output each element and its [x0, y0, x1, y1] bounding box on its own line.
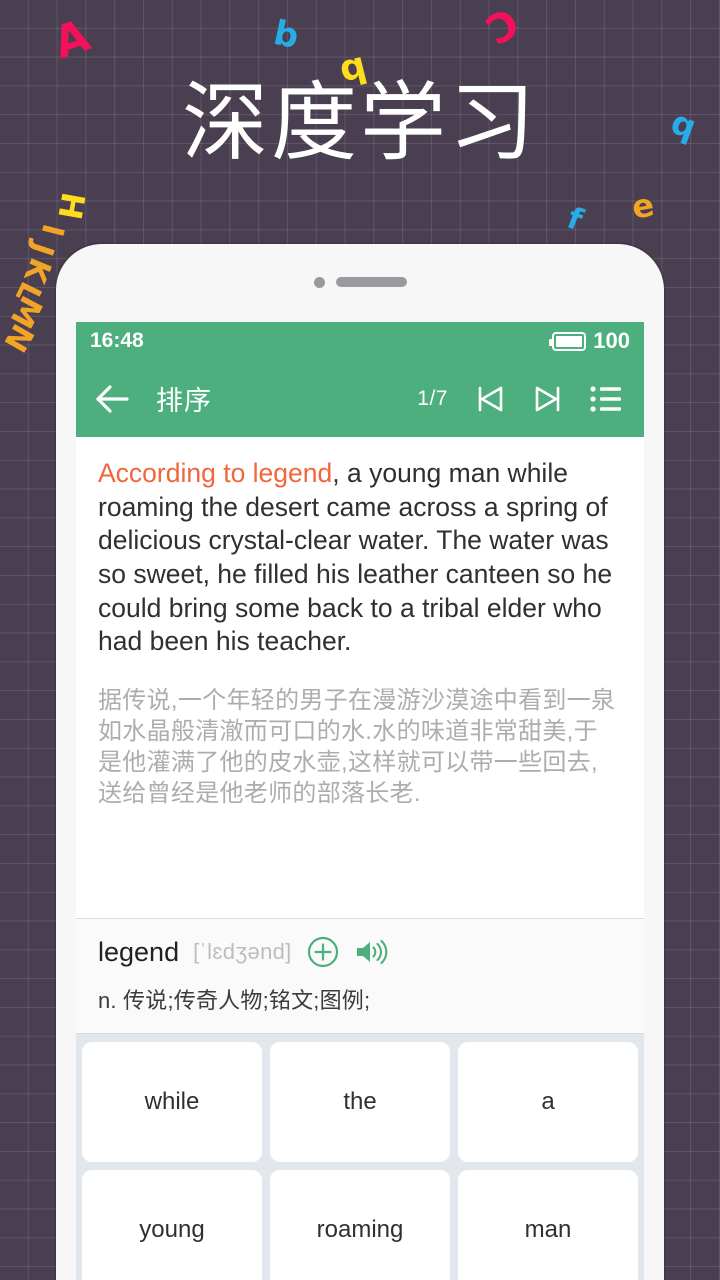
action-bar-title: 排序 [156, 386, 212, 416]
poster-screenshot: AbqCqefHIJKLMN 深度学习 16:48 100 排序 1/7 Acc… [0, 0, 720, 1280]
pronounce-button[interactable] [354, 935, 388, 969]
english-paragraph: According to legend, a young man while r… [98, 457, 622, 659]
dictionary-header-row: legend [ˈlɛdʒənd] [98, 935, 622, 969]
plus-circle-icon [307, 936, 338, 968]
status-bar: 16:48 100 [76, 322, 644, 360]
chinese-translation: 据传说,一个年轻的男子在漫游沙漠途中看到一泉如水晶般清澈而可口的水.水的味道非常… [98, 686, 616, 808]
highlighted-phrase[interactable]: According to legend [98, 458, 332, 488]
battery-level: 100 [593, 328, 630, 353]
page-counter: 1/7 [417, 386, 448, 410]
status-time: 16:48 [90, 329, 144, 352]
tile-row: while the a [82, 1042, 638, 1162]
word-tile[interactable]: man [458, 1170, 638, 1280]
dictionary-definition: n. 传说;传奇人物;铭文;图例; [98, 988, 371, 1013]
word-tile[interactable]: while [82, 1042, 262, 1162]
list-menu-icon [590, 385, 621, 412]
earpiece-speaker-icon [335, 277, 407, 287]
next-button[interactable] [526, 377, 570, 421]
menu-button[interactable] [584, 377, 628, 421]
skip-previous-icon [478, 386, 503, 411]
word-tile[interactable]: young [82, 1170, 262, 1280]
battery-indicator: 100 [549, 328, 630, 354]
battery-full-icon [549, 331, 587, 351]
previous-button[interactable] [468, 377, 512, 421]
camera-dot-icon [313, 276, 325, 288]
phone-mockup: 16:48 100 排序 1/7 According to legend, a … [56, 244, 664, 1280]
reading-content: According to legend, a young man while r… [76, 437, 644, 918]
tile-row: young roaming man [82, 1170, 638, 1280]
dictionary-panel: legend [ˈlɛdʒənd] n. 传说;传奇人物;铭文;图例; [76, 918, 644, 1033]
action-bar: 排序 1/7 [76, 360, 644, 437]
speaker-volume-icon [356, 939, 387, 965]
word-tile[interactable]: the [270, 1042, 450, 1162]
skip-next-icon [535, 386, 560, 411]
word-tile[interactable]: a [458, 1042, 638, 1162]
phone-screen: 16:48 100 排序 1/7 According to legend, a … [76, 322, 644, 1280]
back-button[interactable] [92, 379, 132, 419]
back-arrow-icon [96, 384, 129, 413]
add-word-button[interactable] [306, 935, 340, 969]
page-title: 深度学习 [182, 73, 538, 173]
word-tile[interactable]: roaming [270, 1170, 450, 1280]
dictionary-phonetic: [ˈlɛdʒənd] [193, 939, 292, 964]
phone-top-bezel [56, 244, 664, 320]
decorative-letter: H [50, 189, 93, 223]
dictionary-word: legend [98, 936, 180, 967]
word-tile-area: while the a young roaming man [76, 1033, 644, 1280]
